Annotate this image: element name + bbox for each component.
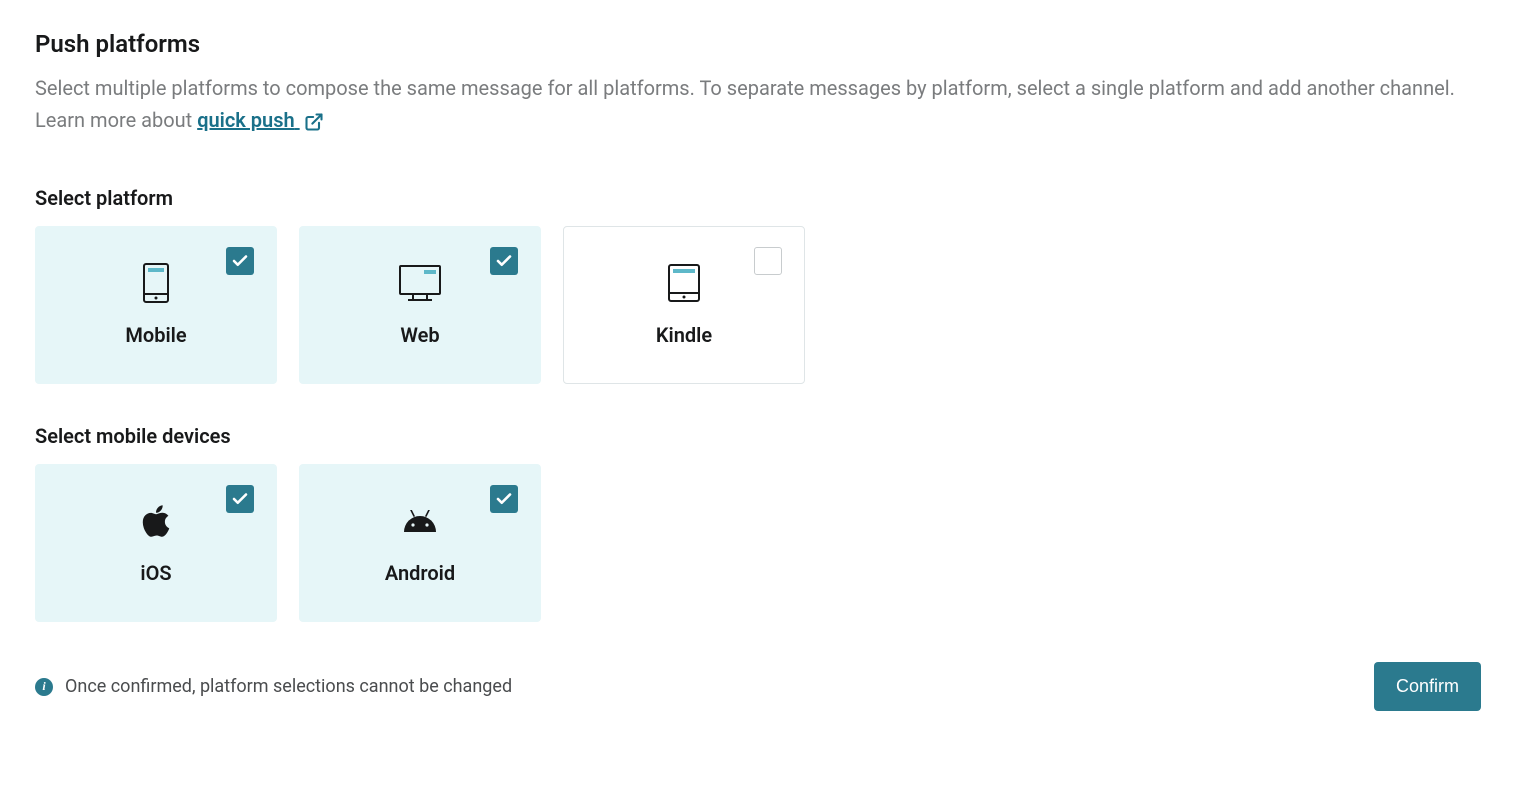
mobile-icon [141, 263, 171, 303]
platform-card-label: Mobile [125, 323, 186, 347]
devices-card-row: iOS Android [35, 464, 1481, 622]
checkbox-checked-icon [490, 485, 518, 513]
platform-card-web[interactable]: Web [299, 226, 541, 384]
confirm-button[interactable]: Confirm [1374, 662, 1481, 711]
apple-icon [141, 501, 171, 541]
page-description: Select multiple platforms to compose the… [35, 72, 1481, 136]
device-card-label: Android [385, 561, 455, 585]
web-icon [398, 263, 442, 303]
device-card-android[interactable]: Android [299, 464, 541, 622]
quick-push-link[interactable]: quick push [197, 108, 323, 132]
checkbox-unchecked-icon [754, 247, 782, 275]
checkbox-checked-icon [226, 247, 254, 275]
platform-card-mobile[interactable]: Mobile [35, 226, 277, 384]
quick-push-link-text: quick push [197, 108, 294, 132]
platform-card-label: Kindle [656, 323, 712, 347]
checkbox-checked-icon [490, 247, 518, 275]
device-card-ios[interactable]: iOS [35, 464, 277, 622]
platform-card-label: Web [400, 323, 439, 347]
info-icon: i [35, 678, 53, 696]
kindle-icon [667, 263, 701, 303]
platform-card-kindle[interactable]: Kindle [563, 226, 805, 384]
footer-row: i Once confirmed, platform selections ca… [35, 662, 1481, 711]
select-devices-heading: Select mobile devices [35, 424, 1481, 448]
android-icon [402, 501, 438, 541]
select-platform-heading: Select platform [35, 186, 1481, 210]
checkbox-checked-icon [226, 485, 254, 513]
confirmation-note: i Once confirmed, platform selections ca… [35, 676, 512, 697]
device-card-label: iOS [140, 561, 171, 585]
external-link-icon [304, 112, 324, 132]
platform-card-row: Mobile Web Kind [35, 226, 1481, 384]
page-title: Push platforms [35, 30, 1481, 58]
note-text: Once confirmed, platform selections cann… [65, 676, 512, 697]
